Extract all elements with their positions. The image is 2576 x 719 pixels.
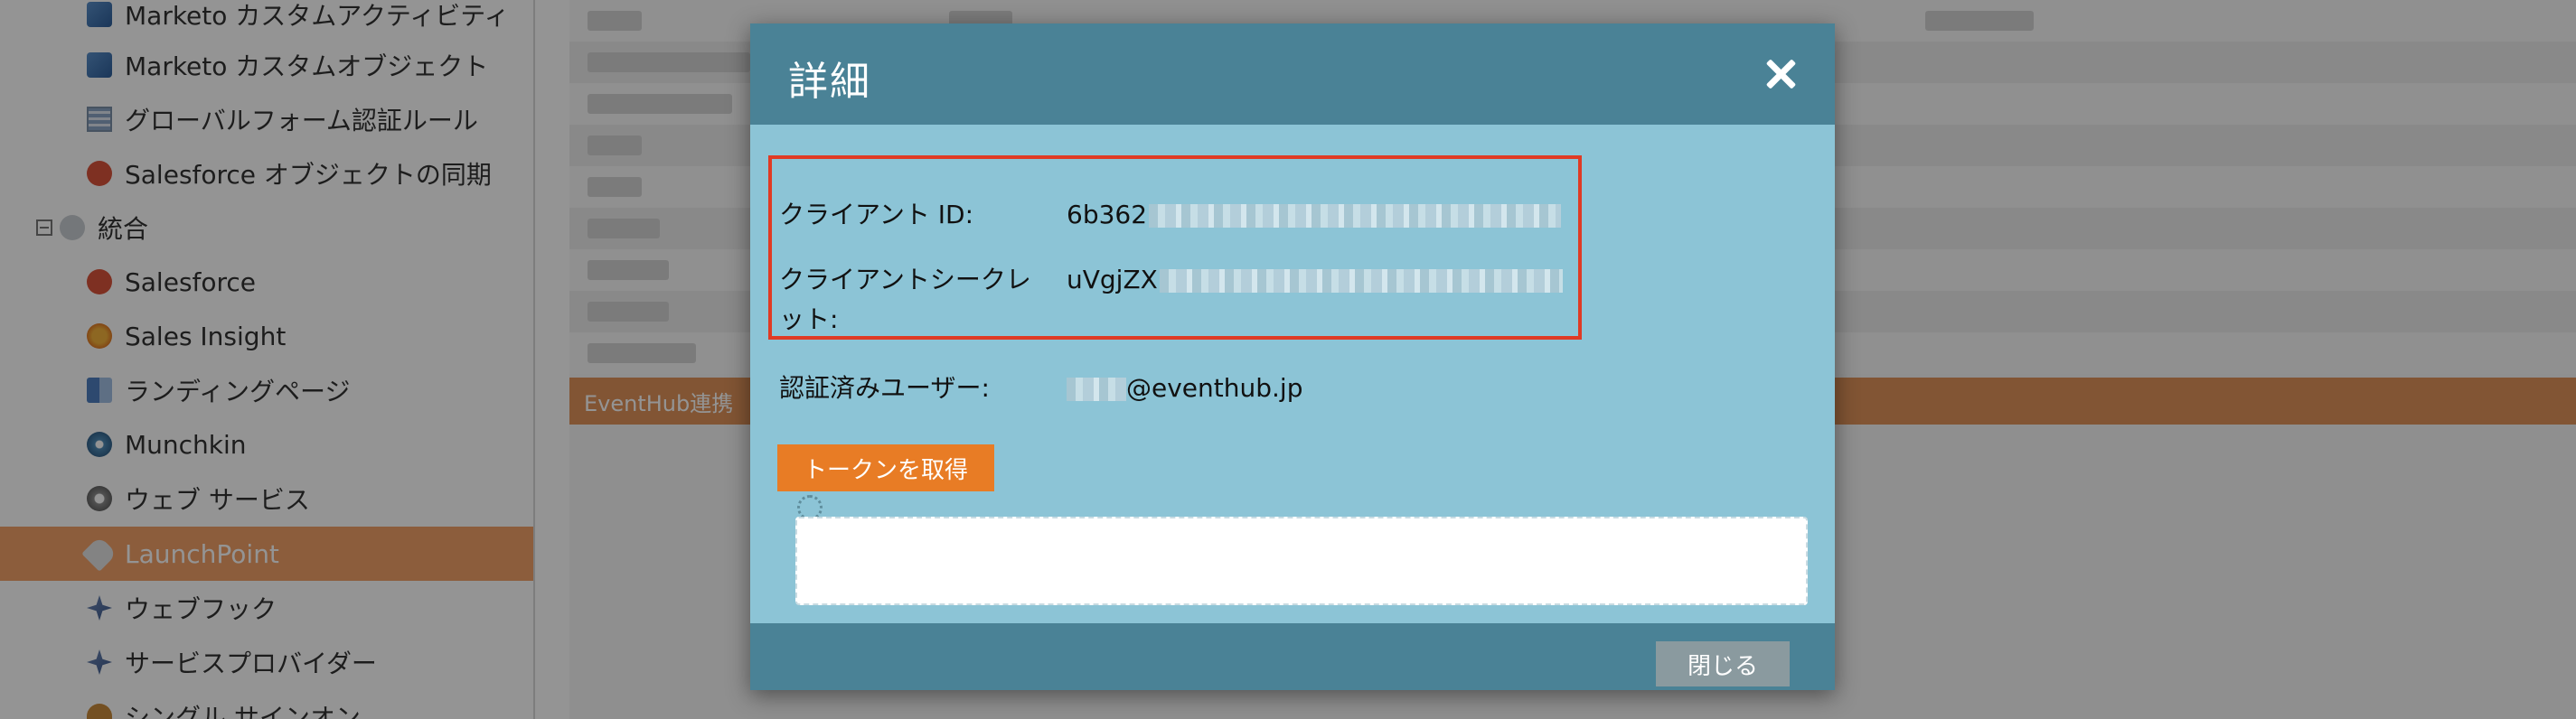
close-icon[interactable] xyxy=(1764,58,1797,90)
client-secret-value: uVgjZX xyxy=(1067,260,1563,300)
client-id-text: 6b362 xyxy=(1067,200,1148,229)
dialog-header: 詳細 xyxy=(750,23,1835,125)
client-secret-text: uVgjZX xyxy=(1067,265,1158,294)
redacted-mask xyxy=(1159,269,1563,293)
close-button[interactable]: 閉じる xyxy=(1656,641,1790,686)
client-secret-label: クライアントシークレット: xyxy=(779,265,1031,334)
details-dialog: 詳細 クライアント ID: 6b362 クライアントシークレット: uVgjZX… xyxy=(750,23,1835,690)
dialog-footer: 閉じる xyxy=(750,623,1835,690)
auth-user-text: @eventhub.jp xyxy=(1126,373,1303,403)
client-id-value: 6b362 xyxy=(1067,195,1562,235)
redacted-mask xyxy=(1067,378,1126,401)
auth-user-value: @eventhub.jp xyxy=(1067,369,1302,408)
auth-user-label: 認証済みユーザー: xyxy=(779,373,990,403)
dialog-title: 詳細 xyxy=(788,59,871,105)
dialog-body: クライアント ID: 6b362 クライアントシークレット: uVgjZX 認証… xyxy=(750,125,1835,623)
redacted-mask xyxy=(1149,204,1562,228)
token-output-field[interactable] xyxy=(795,517,1808,605)
get-token-button[interactable]: トークンを取得 xyxy=(777,444,994,491)
client-id-label: クライアント ID: xyxy=(779,200,974,229)
